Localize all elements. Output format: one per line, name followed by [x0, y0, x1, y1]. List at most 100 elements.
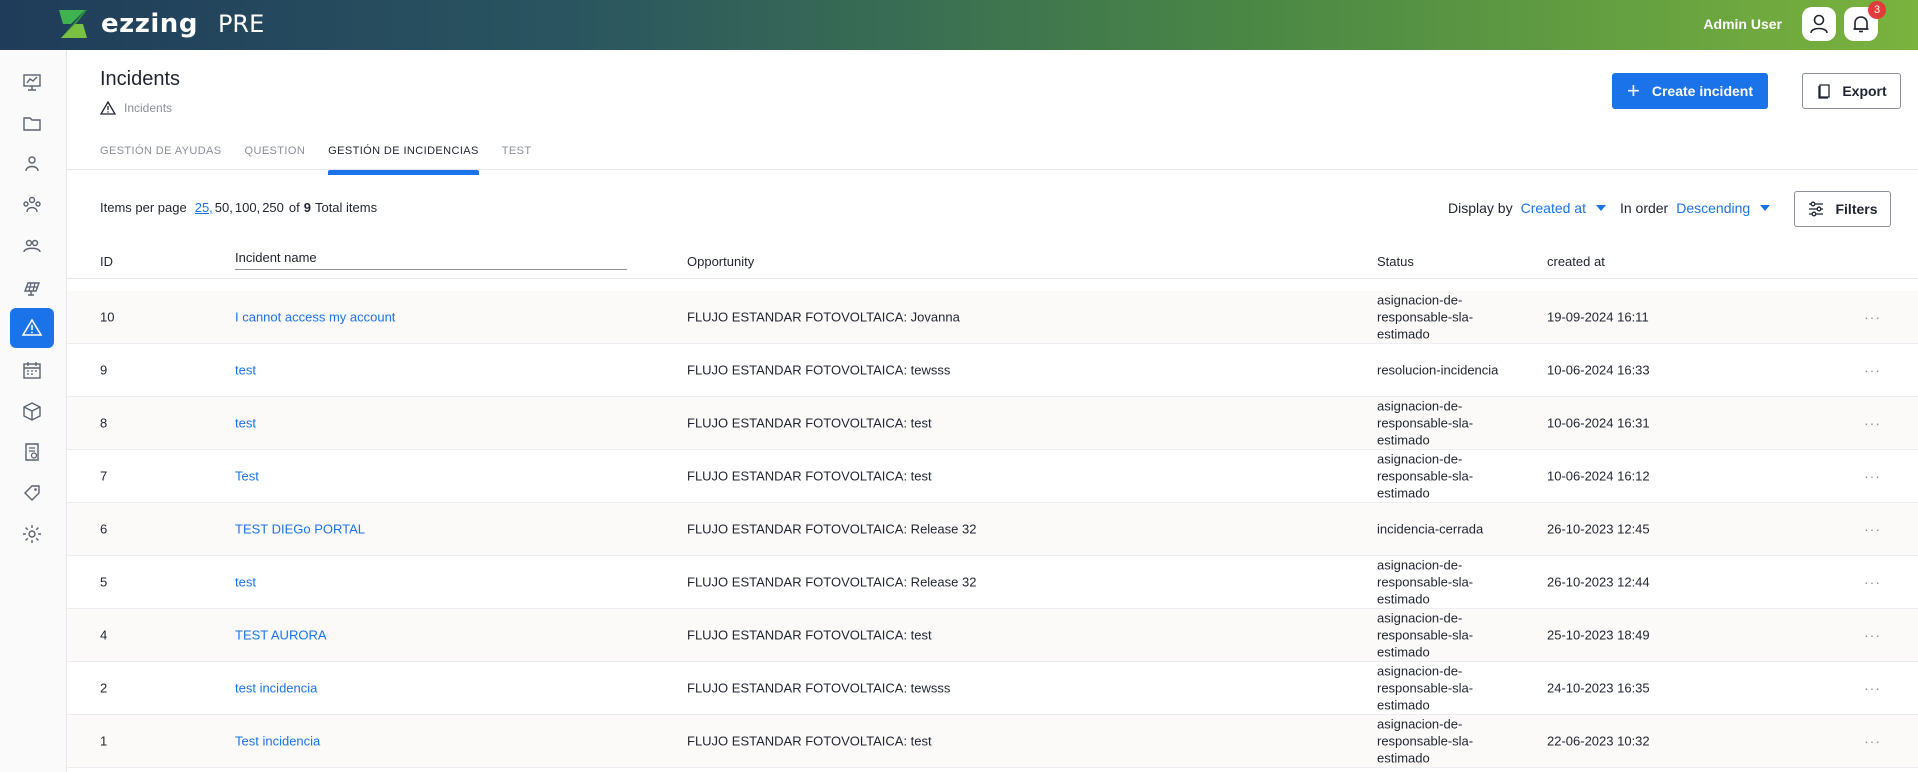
cell-status: asignacion-de-responsable-sla-estimado	[1377, 610, 1474, 660]
cell-opportunity: FLUJO ESTANDAR FOTOVOLTAICA: Release 32	[687, 521, 977, 537]
export-icon	[1818, 84, 1830, 99]
cell-opportunity: FLUJO ESTANDAR FOTOVOLTAICA: tewsss	[687, 680, 951, 696]
cell-created-at: 10-06-2024 16:31	[1547, 415, 1650, 431]
tab-bar: GESTIÓN DE AYUDAS QUESTION GESTIÓN DE IN…	[100, 140, 555, 175]
incident-link[interactable]: test	[235, 363, 256, 378]
tab-question[interactable]: QUESTION	[245, 140, 306, 170]
table-row[interactable]: 6 TEST DIEGo PORTAL FLUJO ESTANDAR FOTOV…	[67, 503, 1918, 556]
cell-id: 5	[100, 574, 108, 590]
more-actions-icon[interactable]: ···	[1864, 309, 1881, 325]
column-incident-name[interactable]: Incident name	[235, 250, 317, 265]
more-actions-icon[interactable]: ···	[1864, 468, 1881, 484]
sidebar-item-team[interactable]	[10, 185, 54, 225]
create-incident-button[interactable]: + Create incident	[1612, 73, 1768, 109]
chevron-down-icon[interactable]	[1760, 205, 1771, 211]
sidebar-item-users[interactable]	[10, 144, 54, 184]
calendar-icon	[23, 362, 41, 379]
user-icon	[1810, 14, 1828, 34]
order-label: In order	[1619, 200, 1669, 216]
table-header: ID Incident name Opportunity Status crea…	[67, 245, 1918, 279]
more-actions-icon[interactable]: ···	[1864, 415, 1881, 431]
bell-icon	[1853, 16, 1869, 33]
more-actions-icon[interactable]: ···	[1864, 574, 1881, 590]
cell-created-at: 22-06-2023 10:32	[1547, 733, 1650, 749]
notifications-button[interactable]: 3	[1844, 1, 1886, 41]
cell-created-at: 10-06-2024 16:33	[1547, 362, 1650, 378]
plus-icon: +	[1627, 78, 1640, 103]
incident-link[interactable]: Test	[235, 469, 259, 484]
sort-controls: Display by Created at In order Descendin…	[1448, 200, 1784, 216]
table-row[interactable]: 1 Test incidencia FLUJO ESTANDAR FOTOVOL…	[67, 715, 1918, 768]
display-by-select[interactable]: Created at	[1521, 200, 1586, 216]
filters-button[interactable]: Filters	[1794, 191, 1891, 227]
cell-created-at: 25-10-2023 18:49	[1547, 627, 1650, 643]
sidebar-item-groups[interactable]	[10, 226, 54, 266]
column-opportunity[interactable]: Opportunity	[687, 254, 754, 269]
incident-link[interactable]: TEST AURORA	[235, 628, 327, 643]
table-body: 10 I cannot access my account FLUJO ESTA…	[67, 291, 1918, 768]
cell-id: 4	[100, 627, 108, 643]
page-size-option[interactable]: 100,	[235, 200, 260, 215]
incident-link[interactable]: test	[235, 575, 256, 590]
sidebar-item-tags[interactable]	[10, 473, 54, 513]
incident-link[interactable]: test incidencia	[235, 681, 317, 696]
app-logo[interactable]: ezzing PRE	[55, 6, 264, 42]
column-created-at[interactable]: created at	[1547, 254, 1605, 269]
incident-link[interactable]: test	[235, 416, 256, 431]
sidebar-item-products[interactable]	[10, 391, 54, 431]
settings-icon	[23, 525, 41, 543]
cell-status: asignacion-de-responsable-sla-estimado	[1377, 451, 1474, 501]
sidebar-item-dashboard[interactable]	[10, 62, 54, 102]
sidebar-item-incidents[interactable]	[10, 308, 54, 348]
cell-status: resolucion-incidencia	[1377, 362, 1499, 378]
incident-link[interactable]: TEST DIEGo PORTAL	[235, 522, 365, 537]
more-actions-icon[interactable]: ···	[1864, 680, 1881, 696]
incident-link[interactable]: I cannot access my account	[235, 310, 395, 325]
table-row[interactable]: 5 test FLUJO ESTANDAR FOTOVOLTAICA: Rele…	[67, 556, 1918, 609]
column-status[interactable]: Status	[1377, 254, 1414, 269]
cell-created-at: 24-10-2023 16:35	[1547, 680, 1650, 696]
cell-opportunity: FLUJO ESTANDAR FOTOVOLTAICA: Release 32	[687, 574, 977, 590]
total-count: 9	[303, 200, 311, 215]
sidebar-item-projects[interactable]	[10, 103, 54, 143]
export-button[interactable]: Export	[1802, 73, 1901, 109]
pagination: Items per page 25, 50, 100, 250 of 9 Tot…	[100, 200, 377, 215]
sidebar-item-solar[interactable]	[10, 267, 54, 307]
display-by-label: Display by	[1448, 200, 1513, 216]
sidebar-item-invoices[interactable]	[10, 432, 54, 472]
chevron-down-icon[interactable]	[1595, 205, 1606, 211]
more-actions-icon[interactable]: ···	[1864, 521, 1881, 537]
export-label: Export	[1842, 83, 1887, 99]
incident-link[interactable]: Test incidencia	[235, 734, 320, 749]
more-actions-icon[interactable]: ···	[1864, 733, 1881, 749]
cell-status: asignacion-de-responsable-sla-estimado	[1377, 557, 1474, 607]
tab-gestion-de-incidencias[interactable]: GESTIÓN DE INCIDENCIAS	[328, 140, 479, 175]
table-row[interactable]: 9 test FLUJO ESTANDAR FOTOVOLTAICA: tews…	[67, 344, 1918, 397]
notification-badge: 3	[1868, 1, 1886, 19]
filters-label: Filters	[1835, 201, 1878, 217]
cell-status: incidencia-cerrada	[1377, 521, 1484, 537]
breadcrumb-item[interactable]: Incidents	[124, 101, 172, 115]
ezzing-logo-icon	[59, 10, 87, 38]
warning-icon	[21, 318, 43, 336]
invoice-icon	[25, 443, 39, 461]
sidebar-item-settings[interactable]	[10, 514, 54, 554]
page-size-current[interactable]: 25,	[195, 200, 213, 215]
column-id[interactable]: ID	[100, 254, 113, 269]
page-size-option[interactable]: 50,	[215, 200, 233, 215]
table-row[interactable]: 7 Test FLUJO ESTANDAR FOTOVOLTAICA: test…	[67, 450, 1918, 503]
table-row[interactable]: 2 test incidencia FLUJO ESTANDAR FOTOVOL…	[67, 662, 1918, 715]
table-row[interactable]: 10 I cannot access my account FLUJO ESTA…	[67, 291, 1918, 344]
more-actions-icon[interactable]: ···	[1864, 627, 1881, 643]
user-avatar-button[interactable]	[1802, 7, 1836, 41]
table-row[interactable]: 4 TEST AURORA FLUJO ESTANDAR FOTOVOLTAIC…	[67, 609, 1918, 662]
cell-opportunity: FLUJO ESTANDAR FOTOVOLTAICA: test	[687, 468, 932, 484]
tab-test[interactable]: TEST	[502, 140, 532, 170]
table-row[interactable]: 8 test FLUJO ESTANDAR FOTOVOLTAICA: test…	[67, 397, 1918, 450]
tab-gestion-de-ayudas[interactable]: GESTIÓN DE AYUDAS	[100, 140, 222, 170]
page-size-option[interactable]: 250	[262, 200, 284, 215]
more-actions-icon[interactable]: ···	[1864, 362, 1881, 378]
sidebar-item-calendar[interactable]	[10, 350, 54, 390]
sidebar	[0, 50, 67, 772]
order-select[interactable]: Descending	[1676, 200, 1750, 216]
